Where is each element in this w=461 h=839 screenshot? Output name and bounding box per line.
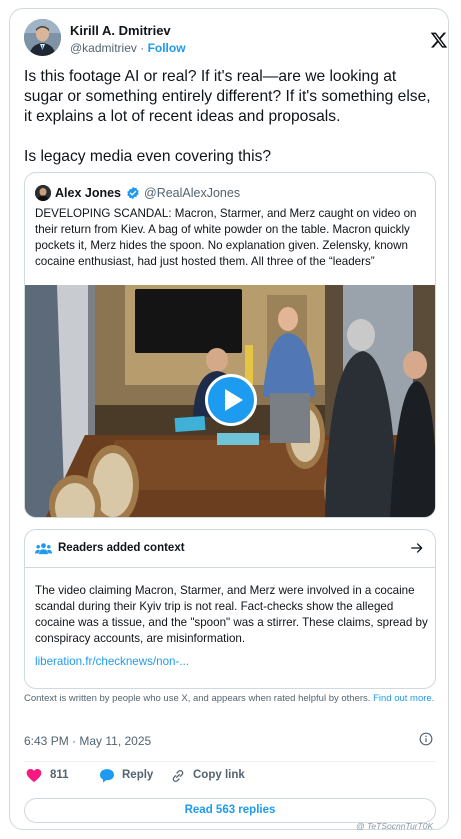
author-handle-row: @kadmitriev · Follow [70, 41, 186, 55]
copy-link-button[interactable]: Copy link [170, 765, 250, 787]
play-icon [225, 389, 243, 411]
context-note-text: Context is written by people who use X, … [24, 693, 371, 704]
readers-context-body: The video claiming Macron, Starmer, and … [35, 584, 428, 645]
context-note: Context is written by people who use X, … [24, 692, 436, 705]
author-handle[interactable]: @kadmitriev [70, 41, 137, 55]
quoted-author-name: Alex Jones [55, 186, 122, 200]
tweet-text: Is this footage AI or real? If it's real… [24, 68, 431, 165]
speech-bubble-icon [100, 769, 114, 783]
video-thumbnail[interactable] [25, 285, 435, 517]
readers-context-box[interactable]: Readers added context The video claiming… [24, 529, 436, 689]
likes-count: 811 [50, 769, 69, 781]
separator-dot: · [140, 41, 145, 55]
watermark: @ TeTSocnnTurT0K [356, 821, 434, 831]
info-icon[interactable] [419, 732, 433, 746]
find-out-more-link[interactable]: Find out more. [373, 693, 434, 704]
heart-icon [26, 768, 42, 783]
author-name[interactable]: Kirill A. Dmitriev [70, 23, 171, 38]
tweet-card: Kirill A. Dmitriev @kadmitriev · Follow … [9, 8, 449, 830]
copy-link-label: Copy link [193, 769, 245, 781]
reply-button[interactable]: Reply [99, 765, 159, 787]
people-icon [35, 543, 52, 555]
tweet-author: Kirill A. Dmitriev @kadmitriev · Follow [24, 19, 448, 59]
quoted-author-handle: @RealAlexJones [144, 186, 241, 200]
actions-divider [24, 761, 436, 762]
x-logo-icon[interactable] [430, 31, 448, 49]
readers-context-header[interactable]: Readers added context [25, 530, 435, 568]
readers-context-title: Readers added context [58, 542, 185, 554]
like-button[interactable]: 811 [26, 765, 76, 787]
verified-badge-icon [127, 186, 139, 200]
quoted-tweet-text: DEVELOPING SCANDAL: Macron, Starmer, and… [35, 207, 417, 268]
tweet-timestamp[interactable]: 6:43 PM · May 11, 2025 [24, 734, 151, 748]
follow-button[interactable]: Follow [148, 41, 186, 55]
tweet-actions: 811 Reply Copy link [24, 765, 436, 787]
quoted-tweet[interactable]: Alex Jones @RealAlexJones DEVELOPING SCA… [24, 172, 436, 518]
author-avatar[interactable] [24, 19, 61, 56]
read-replies-button[interactable]: Read 563 replies [24, 798, 436, 823]
link-icon [172, 770, 184, 782]
reply-label: Reply [122, 769, 154, 781]
play-button[interactable] [205, 374, 257, 426]
arrow-right-icon[interactable] [410, 541, 424, 555]
quoted-tweet-header: Alex Jones @RealAlexJones [35, 185, 425, 203]
quoted-author-avatar [35, 185, 51, 201]
context-source-link[interactable]: liberation.fr/checknews/non-... [35, 655, 189, 668]
